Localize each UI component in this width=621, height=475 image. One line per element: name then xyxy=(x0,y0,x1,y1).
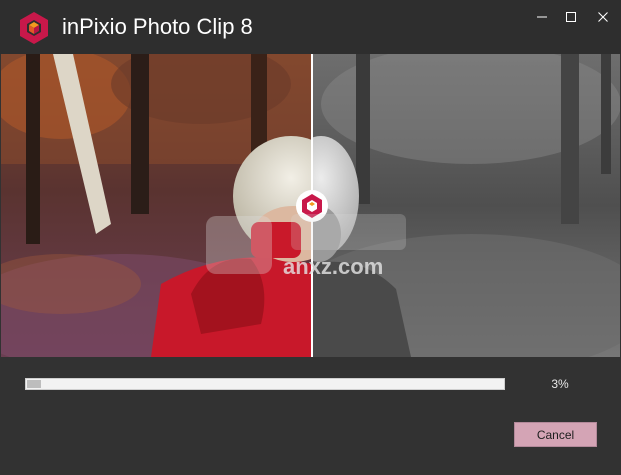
inpixio-logo-icon xyxy=(20,12,48,44)
minimize-button[interactable] xyxy=(527,6,557,28)
cancel-button[interactable]: Cancel xyxy=(514,422,597,447)
bw-photo-half xyxy=(312,54,620,357)
progress-fill xyxy=(27,380,41,388)
close-icon xyxy=(598,12,608,22)
title-bar[interactable]: inPixio Photo Clip 8 xyxy=(0,0,621,54)
minimize-icon xyxy=(537,16,547,18)
maximize-button[interactable] xyxy=(556,6,586,28)
progress-bar xyxy=(25,378,505,390)
watermark-text: anxz.com xyxy=(283,254,383,279)
installer-window: inPixio Photo Clip 8 anxz.com 3% Cancel xyxy=(0,0,621,475)
maximize-icon xyxy=(566,12,576,22)
close-button[interactable] xyxy=(588,6,618,28)
hero-image-color-vs-bw: anxz.com xyxy=(1,54,620,357)
progress-percent: 3% xyxy=(551,377,569,391)
window-title: inPixio Photo Clip 8 xyxy=(62,14,253,39)
